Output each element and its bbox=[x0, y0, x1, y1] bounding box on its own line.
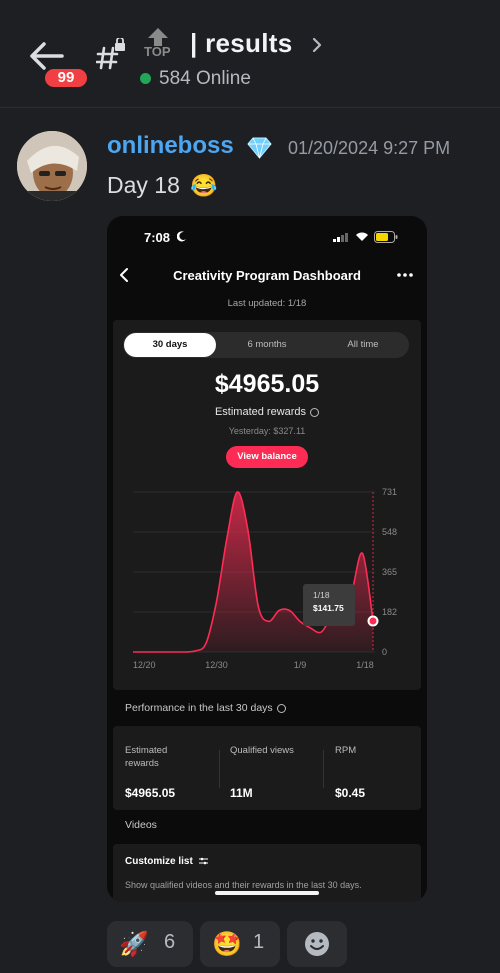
tab-30-days[interactable]: 30 days bbox=[124, 333, 216, 357]
customize-list-text: Customize list bbox=[125, 856, 193, 867]
chart-tooltip: 1/18 $141.75 bbox=[303, 584, 355, 626]
more-options-icon[interactable] bbox=[397, 272, 413, 278]
user-avatar[interactable] bbox=[17, 131, 87, 201]
info-icon[interactable] bbox=[310, 407, 320, 417]
estimated-rewards-text: Estimated rewards bbox=[214, 406, 307, 418]
wifi-icon bbox=[356, 232, 368, 241]
estimated-rewards-label: Estimated rewards bbox=[113, 406, 421, 418]
stat-estimated-rewards: Estimated rewards $4965.05 bbox=[125, 744, 195, 800]
reaction-star-struck[interactable]: 🤩 1 bbox=[200, 921, 280, 967]
online-count: 584 Online bbox=[159, 68, 251, 89]
online-status-dot bbox=[140, 73, 151, 84]
rewards-panel: 30 days 6 months All time $4965.05 Estim… bbox=[113, 320, 421, 690]
customize-list-title[interactable]: Customize list bbox=[125, 856, 208, 867]
stat-label: RPM bbox=[335, 745, 357, 756]
add-reaction-icon bbox=[305, 932, 329, 956]
moon-icon bbox=[177, 231, 186, 242]
stat-value: 11M bbox=[230, 786, 253, 800]
y-tick-label: 182 bbox=[382, 607, 397, 617]
x-tick-label: 1/18 bbox=[356, 660, 374, 670]
estimated-rewards-amount: $4965.05 bbox=[214, 370, 320, 398]
tooltip-value: $141.75 bbox=[313, 603, 344, 613]
x-tick-label: 12/20 bbox=[133, 660, 156, 670]
top-arrow-icon: TOP bbox=[142, 26, 174, 62]
username[interactable]: onlineboss bbox=[107, 132, 234, 160]
attached-screenshot[interactable]: 7:08 Creativity Program Dashboard Last u… bbox=[107, 216, 427, 902]
stat-label: Qualified views bbox=[230, 745, 294, 756]
period-selector: 30 days 6 months All time bbox=[123, 332, 409, 358]
top-label: TOP bbox=[144, 44, 171, 59]
reaction-count: 6 bbox=[164, 931, 176, 953]
stat-rpm: RPM $0.45 bbox=[335, 744, 395, 800]
tab-all-time[interactable]: All time bbox=[317, 333, 409, 357]
x-tick-label: 1/9 bbox=[294, 660, 307, 670]
y-tick-label: 548 bbox=[382, 527, 397, 537]
channel-header: 99 TOP | results 584 Online bbox=[0, 0, 500, 108]
signal-icon bbox=[333, 233, 348, 242]
diamond-icon bbox=[247, 137, 272, 159]
y-tick-label: 731 bbox=[382, 487, 397, 497]
status-time: 7:08 bbox=[144, 230, 171, 245]
performance-title: Performance in the last 30 days bbox=[125, 702, 286, 714]
message-body: Day 18 bbox=[107, 172, 180, 198]
chevron-right-icon[interactable] bbox=[311, 36, 323, 54]
performance-title-text: Performance in the last 30 days bbox=[125, 702, 273, 714]
info-icon[interactable] bbox=[276, 703, 286, 713]
stat-qualified-views: Qualified views 11M bbox=[230, 744, 320, 800]
customize-list-description: Show qualified videos and their rewards … bbox=[125, 880, 362, 890]
laughing-emoji: 😂 bbox=[190, 173, 218, 198]
add-reaction-button[interactable] bbox=[287, 921, 347, 967]
reaction-rocket[interactable]: 🚀 6 bbox=[107, 921, 193, 967]
stat-value: $4965.05 bbox=[125, 786, 176, 800]
locked-channel-hash-icon bbox=[96, 38, 125, 70]
y-tick-label: 0 bbox=[382, 647, 387, 657]
chart-selected-point[interactable] bbox=[367, 615, 379, 627]
divider bbox=[219, 750, 220, 788]
x-tick-label: 12/30 bbox=[205, 660, 228, 670]
channel-name[interactable]: | results bbox=[190, 28, 292, 59]
reaction-count: 1 bbox=[253, 931, 265, 953]
performance-stats: Estimated rewards $4965.05 Qualified vie… bbox=[113, 726, 421, 810]
dashboard-title: Creativity Program Dashboard bbox=[173, 268, 361, 283]
star-struck-emoji: 🤩 bbox=[212, 930, 242, 958]
y-tick-label: 365 bbox=[382, 567, 397, 577]
stat-value: $0.45 bbox=[335, 786, 366, 800]
view-balance-button[interactable]: View balance bbox=[226, 446, 308, 468]
message-text: Day 18 😂 bbox=[107, 172, 218, 199]
divider bbox=[323, 750, 324, 788]
videos-section-title: Videos bbox=[125, 819, 157, 831]
unread-badge: 99 bbox=[42, 66, 90, 90]
last-updated: Last updated: 1/18 bbox=[227, 298, 307, 309]
tab-6-months[interactable]: 6 months bbox=[221, 333, 313, 357]
yesterday-rewards: Yesterday: $327.11 bbox=[228, 426, 306, 436]
filter-icon bbox=[198, 858, 208, 865]
rewards-chart: 731 548 365 182 0 12/20 12/30 1/9 1/18 bbox=[132, 487, 397, 670]
message-timestamp: 01/20/2024 9:27 PM bbox=[288, 138, 451, 158]
battery-icon bbox=[374, 231, 398, 243]
stat-label: Estimated rewards bbox=[125, 745, 168, 769]
rocket-emoji: 🚀 bbox=[119, 930, 149, 958]
home-indicator bbox=[215, 891, 319, 895]
tooltip-date: 1/18 bbox=[313, 590, 330, 600]
